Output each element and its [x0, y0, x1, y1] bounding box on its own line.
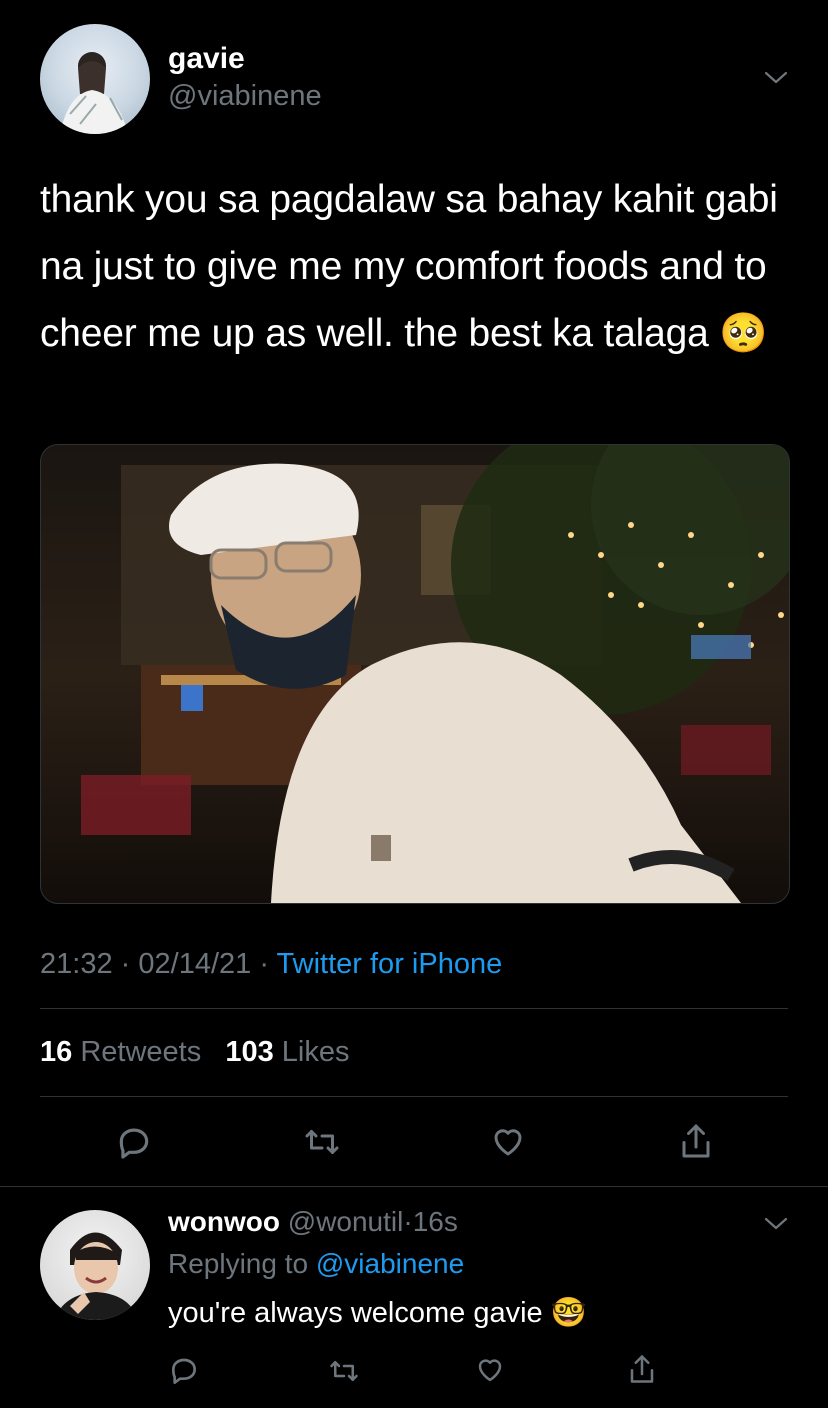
- tweet-date: 02/14/21: [138, 948, 252, 980]
- reply-text: you're always welcome gavie 🤓: [168, 1297, 587, 1329]
- reply-header: wonwoo @wonutil·16s: [168, 1206, 458, 1238]
- chevron-down-icon[interactable]: [762, 66, 790, 90]
- retweets-count: 16: [40, 1036, 73, 1068]
- replying-to-handle[interactable]: @viabinene: [316, 1248, 464, 1279]
- tweet-photo[interactable]: [40, 444, 790, 904]
- likes-stat[interactable]: 103 Likes: [225, 1036, 349, 1068]
- retweet-icon: [305, 1130, 339, 1154]
- author-name[interactable]: gavie: [168, 42, 245, 76]
- reply-button[interactable]: [114, 1122, 154, 1162]
- replying-to: Replying to @viabinene: [168, 1248, 464, 1280]
- replying-to-label: Replying to: [168, 1248, 309, 1279]
- chevron-down-icon[interactable]: [762, 1212, 790, 1236]
- reply-author-name[interactable]: wonwoo: [168, 1206, 280, 1237]
- retweet-button[interactable]: [300, 1122, 344, 1162]
- divider: [40, 1096, 788, 1097]
- reply-retweet-button[interactable]: [324, 1354, 364, 1388]
- avatar-photo: [60, 52, 128, 134]
- heart-icon: [494, 1129, 522, 1156]
- like-button[interactable]: [488, 1122, 528, 1162]
- tweet-stats: 16 Retweets 103 Likes: [40, 1036, 350, 1069]
- author-handle[interactable]: @viabinene: [168, 80, 322, 113]
- likes-count: 103: [225, 1036, 274, 1068]
- divider: [0, 1186, 828, 1187]
- tweet-time: 21:32: [40, 948, 113, 980]
- reply-reply-button[interactable]: [166, 1352, 202, 1388]
- reply-share-button[interactable]: [624, 1350, 660, 1388]
- share-button[interactable]: [676, 1120, 716, 1162]
- reply-icon: [172, 1358, 196, 1384]
- retweet-icon: [330, 1361, 358, 1381]
- reply-icon: [119, 1128, 149, 1159]
- likes-label: Likes: [281, 1036, 350, 1068]
- photo-scene: [81, 445, 789, 903]
- retweets-stat[interactable]: 16 Retweets: [40, 1036, 209, 1068]
- share-icon: [630, 1355, 654, 1383]
- tweet-meta: 21:32 · 02/14/21 · Twitter for iPhone: [40, 948, 502, 981]
- avatar-photo: [54, 1232, 138, 1320]
- share-icon: [682, 1124, 710, 1158]
- reply-time: 16s: [412, 1206, 458, 1237]
- retweets-label: Retweets: [80, 1036, 202, 1068]
- reply-author-handle[interactable]: @wonutil: [288, 1206, 404, 1237]
- reply-author-avatar[interactable]: [40, 1210, 150, 1320]
- reply-like-button[interactable]: [472, 1352, 508, 1388]
- meta-separator: ·: [259, 948, 269, 980]
- reply-separator: ·: [403, 1206, 413, 1237]
- meta-separator: ·: [120, 948, 131, 980]
- heart-icon: [478, 1359, 502, 1382]
- tweet-text: thank you sa pagdalaw sa bahay kahit gab…: [40, 178, 778, 355]
- divider: [40, 1008, 788, 1009]
- tweet-source-link[interactable]: Twitter for iPhone: [277, 948, 503, 980]
- author-avatar[interactable]: [40, 24, 150, 134]
